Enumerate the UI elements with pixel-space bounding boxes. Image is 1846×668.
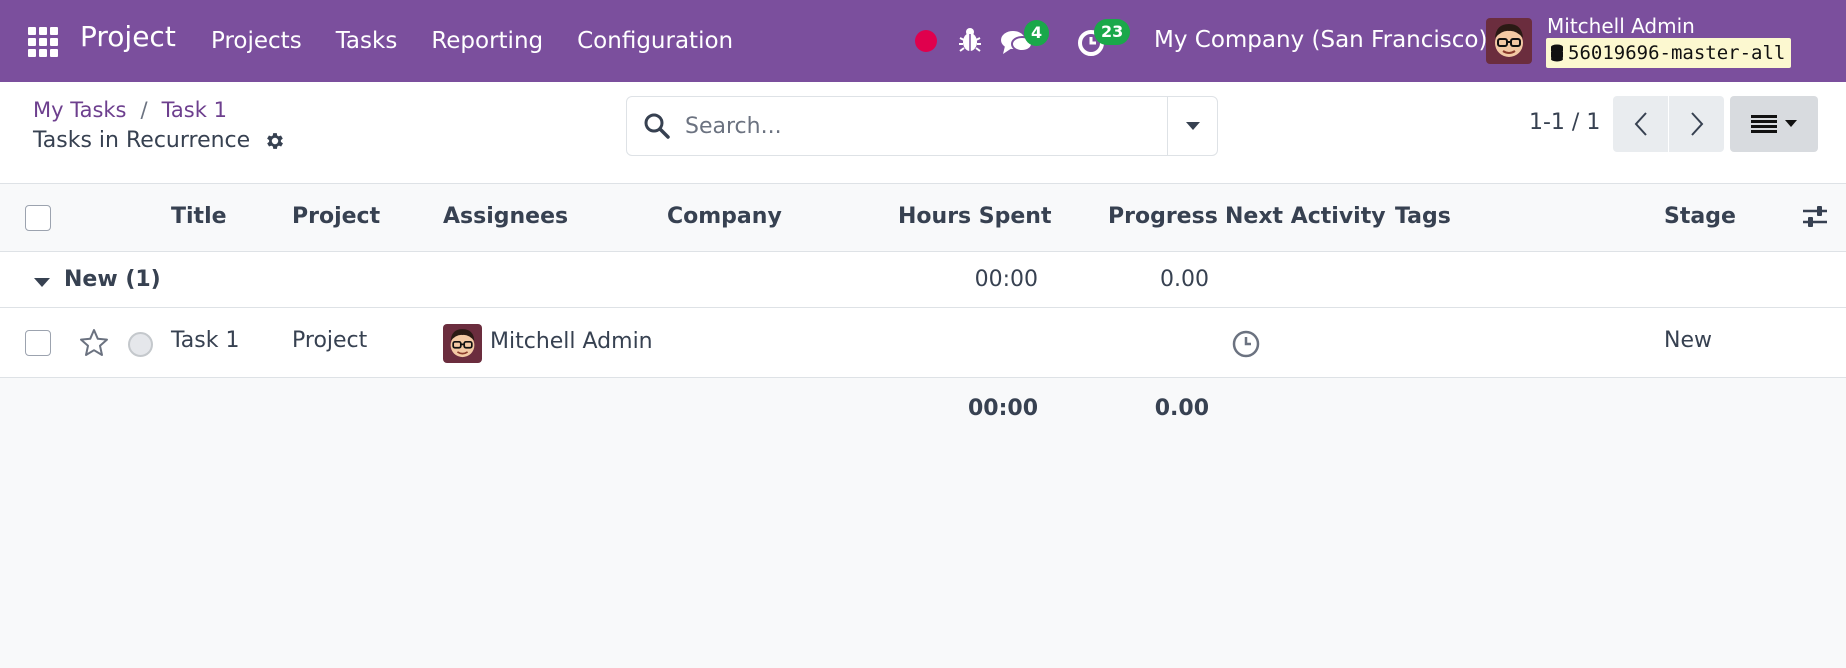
column-project[interactable]: Project: [292, 204, 380, 229]
breadcrumb-separator: /: [140, 98, 148, 122]
column-assignees[interactable]: Assignees: [443, 204, 568, 229]
activity-clock-icon[interactable]: [1232, 330, 1260, 358]
search-icon: [644, 113, 670, 139]
column-hours-spent[interactable]: Hours Spent: [898, 204, 1051, 229]
column-progress[interactable]: Progress: [1108, 204, 1218, 229]
caret-down-icon: [34, 278, 50, 287]
task-assignee-name: Mitchell Admin: [490, 329, 653, 354]
group-row-new[interactable]: New (1) 00:00 0.00: [0, 252, 1846, 308]
user-name[interactable]: Mitchell Admin: [1547, 14, 1695, 38]
breadcrumb-my-tasks[interactable]: My Tasks: [33, 98, 127, 122]
table-footer-totals: 00:00 0.00: [0, 378, 1846, 442]
messages-count-badge: 4: [1024, 20, 1050, 46]
chevron-right-icon: [1690, 112, 1703, 136]
table-row[interactable]: Task 1 Project Mitchell Admin New: [0, 308, 1846, 378]
select-all-checkbox[interactable]: [25, 205, 51, 231]
optional-columns-icon[interactable]: [1802, 205, 1828, 229]
database-icon: [1551, 44, 1563, 62]
task-project: Project: [292, 328, 368, 353]
menu-reporting[interactable]: Reporting: [431, 28, 543, 54]
app-menu-grid-icon[interactable]: [28, 27, 58, 57]
total-hours-spent: 00:00: [967, 396, 1038, 421]
search-options-toggle[interactable]: [1167, 97, 1217, 155]
group-progress: 0.00: [1160, 267, 1209, 292]
row-checkbox[interactable]: [25, 330, 51, 356]
chevron-left-icon: [1634, 112, 1647, 136]
pager-value[interactable]: 1-1 / 1: [1529, 110, 1600, 135]
control-panel: My Tasks / Task 1 Tasks in Recurrence 1-…: [0, 82, 1846, 184]
pager-next-button[interactable]: [1669, 96, 1724, 152]
list-view-icon: [1751, 115, 1777, 133]
company-switcher[interactable]: My Company (San Francisco): [1154, 27, 1487, 53]
column-title[interactable]: Title: [171, 204, 227, 229]
menu-tasks[interactable]: Tasks: [336, 28, 398, 54]
page-title-wrap: Tasks in Recurrence: [33, 128, 286, 153]
search-bar: [626, 96, 1218, 156]
task-title: Task 1: [171, 328, 240, 353]
menu-projects[interactable]: Projects: [211, 28, 302, 54]
database-badge: 56019696-master-all: [1546, 38, 1792, 68]
main-menu: Projects Tasks Reporting Configuration: [211, 28, 767, 54]
search-input[interactable]: [685, 113, 1145, 139]
table-header: Title Project Assignees Company Hours Sp…: [0, 184, 1846, 252]
total-progress: 0.00: [1154, 396, 1209, 421]
breadcrumb-task-1[interactable]: Task 1: [162, 98, 227, 122]
recording-dot-icon[interactable]: [915, 30, 937, 52]
menu-configuration[interactable]: Configuration: [577, 28, 733, 54]
list-view-switcher[interactable]: [1730, 96, 1818, 152]
top-navbar: Project Projects Tasks Reporting Configu…: [0, 0, 1846, 82]
column-company[interactable]: Company: [667, 204, 782, 229]
caret-down-icon: [1185, 122, 1200, 130]
star-icon[interactable]: [79, 328, 109, 357]
breadcrumb: My Tasks / Task 1: [33, 98, 227, 122]
column-stage[interactable]: Stage: [1664, 204, 1736, 229]
page-title: Tasks in Recurrence: [33, 128, 251, 153]
status-circle-icon[interactable]: [128, 332, 153, 357]
gear-icon[interactable]: [264, 130, 286, 152]
task-stage: New: [1664, 328, 1712, 353]
group-hours-spent: 00:00: [974, 267, 1038, 292]
debug-bug-icon[interactable]: [958, 26, 982, 54]
user-avatar[interactable]: [1486, 18, 1532, 64]
app-title[interactable]: Project: [80, 20, 176, 53]
column-tags[interactable]: Tags: [1395, 204, 1451, 229]
column-next-activity[interactable]: Next Activity: [1225, 204, 1386, 229]
caret-down-icon: [1785, 120, 1797, 127]
assignee-avatar[interactable]: [443, 324, 482, 363]
pager-previous-button[interactable]: [1613, 96, 1668, 152]
activities-count-badge: 23: [1094, 19, 1131, 45]
task-list-table: Title Project Assignees Company Hours Sp…: [0, 184, 1846, 442]
database-name: 56019696-master-all: [1568, 42, 1786, 64]
group-label: New (1): [64, 267, 161, 292]
